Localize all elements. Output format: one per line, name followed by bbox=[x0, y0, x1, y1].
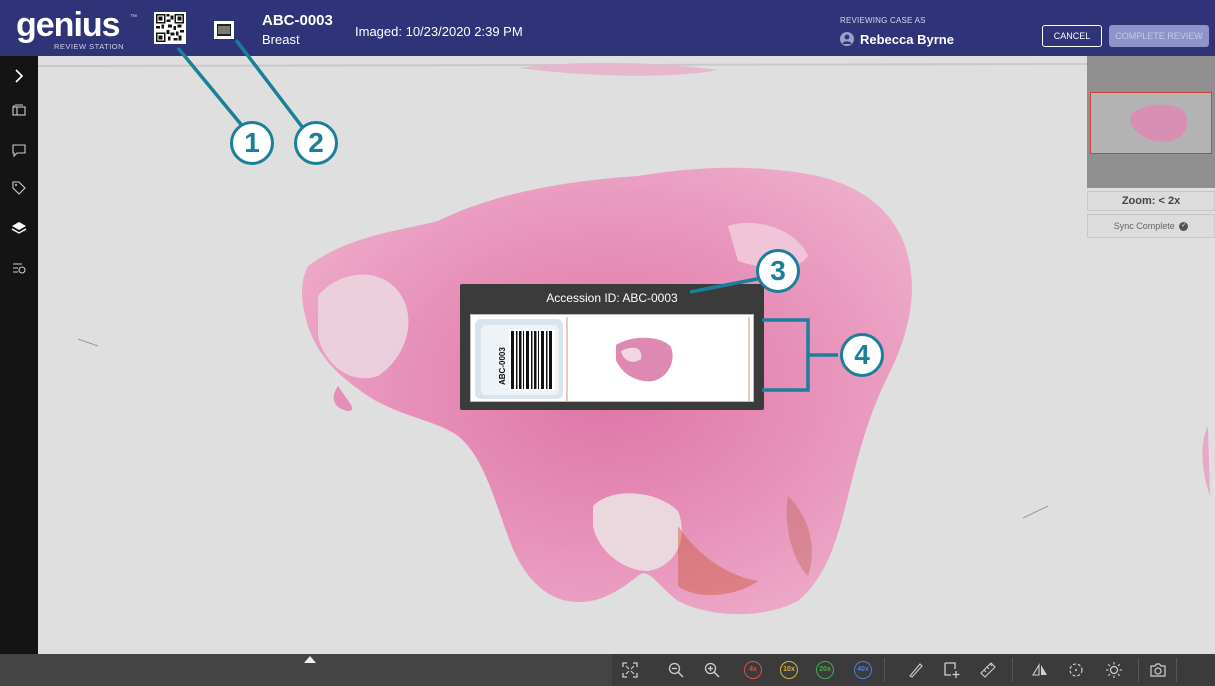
slide-label-icon[interactable] bbox=[212, 18, 236, 42]
chevron-right-icon[interactable] bbox=[7, 64, 31, 88]
qr-code-icon[interactable] bbox=[154, 12, 186, 44]
reviewer: Rebecca Byrne bbox=[840, 30, 954, 48]
reviewing-label: REVIEWING CASE AS bbox=[840, 16, 926, 25]
logo-subtitle: REVIEW STATION bbox=[54, 42, 125, 51]
caret-up-icon[interactable] bbox=[302, 654, 318, 664]
ruler-icon[interactable] bbox=[976, 658, 1000, 682]
zoom-indicator: Zoom: < 2x bbox=[1087, 191, 1215, 211]
toolbar-divider bbox=[1176, 658, 1177, 682]
sync-status-label: Sync Complete bbox=[1113, 221, 1175, 231]
review-station-app: genius ™ REVIEW STATION ABC-0003 Breast … bbox=[0, 0, 1215, 686]
layers-icon[interactable] bbox=[7, 216, 31, 240]
accession-popup: Accession ID: ABC-0003 ABC-0003 bbox=[460, 284, 764, 410]
callout-1: 1 bbox=[230, 121, 274, 165]
logo-trademark: ™ bbox=[130, 14, 137, 21]
imaged-timestamp: Imaged: 10/23/2020 2:39 PM bbox=[355, 24, 523, 39]
fit-screen-icon[interactable] bbox=[618, 658, 642, 682]
pen-icon[interactable] bbox=[904, 658, 928, 682]
sync-status: Sync Complete ✓ bbox=[1087, 214, 1215, 238]
comment-icon[interactable] bbox=[7, 138, 31, 162]
reviewer-name: Rebecca Byrne bbox=[860, 31, 954, 47]
callout-2: 2 bbox=[294, 121, 338, 165]
case-type: Breast bbox=[262, 32, 300, 47]
toolbar-divider bbox=[884, 658, 885, 682]
top-header: genius ™ REVIEW STATION ABC-0003 Breast … bbox=[0, 0, 1215, 56]
filter-list-icon[interactable] bbox=[7, 256, 31, 280]
zoom-4x-button[interactable]: 4x bbox=[744, 661, 762, 679]
tag-icon[interactable] bbox=[7, 176, 31, 200]
brightness-icon[interactable] bbox=[1102, 658, 1126, 682]
zoom-out-icon[interactable] bbox=[664, 658, 688, 682]
callout-3: 3 bbox=[756, 249, 800, 293]
zoom-in-icon[interactable] bbox=[700, 658, 724, 682]
zoom-20x-button[interactable]: 20x bbox=[816, 661, 834, 679]
add-region-icon[interactable] bbox=[940, 658, 964, 682]
rotate-icon[interactable] bbox=[1064, 658, 1088, 682]
navigator-thumbnail[interactable] bbox=[1087, 56, 1215, 188]
logo-word: genius bbox=[16, 6, 121, 44]
slide-macro-image: ABC-0003 bbox=[470, 314, 754, 402]
navigator-panel: Zoom: < 2x Sync Complete ✓ bbox=[1087, 56, 1215, 240]
bottom-toolbar: 4x 10x 20x 40x bbox=[0, 654, 1215, 686]
left-sidebar bbox=[0, 56, 38, 654]
toolbar-divider bbox=[1138, 658, 1139, 682]
complete-review-button[interactable]: COMPLETE REVIEW bbox=[1109, 25, 1209, 47]
cancel-button[interactable]: CANCEL bbox=[1042, 25, 1102, 47]
user-avatar-icon bbox=[840, 32, 854, 46]
slides-stack-icon[interactable] bbox=[7, 98, 31, 122]
accession-id-title: Accession ID: ABC-0003 bbox=[546, 291, 678, 305]
filmstrip-bar bbox=[0, 654, 612, 686]
zoom-10x-button[interactable]: 10x bbox=[780, 661, 798, 679]
slide-label-text: ABC-0003 bbox=[498, 347, 507, 385]
toolbar-divider bbox=[1012, 658, 1013, 682]
callout-4: 4 bbox=[840, 333, 884, 377]
camera-icon[interactable] bbox=[1146, 658, 1170, 682]
check-circle-icon: ✓ bbox=[1179, 222, 1189, 232]
flip-icon[interactable] bbox=[1028, 658, 1052, 682]
barcode-icon bbox=[509, 329, 555, 391]
viewport-indicator[interactable] bbox=[1090, 92, 1212, 154]
case-id: ABC-0003 bbox=[262, 12, 333, 29]
genius-logo: genius ™ REVIEW STATION bbox=[12, 6, 142, 52]
zoom-40x-button[interactable]: 40x bbox=[854, 661, 872, 679]
